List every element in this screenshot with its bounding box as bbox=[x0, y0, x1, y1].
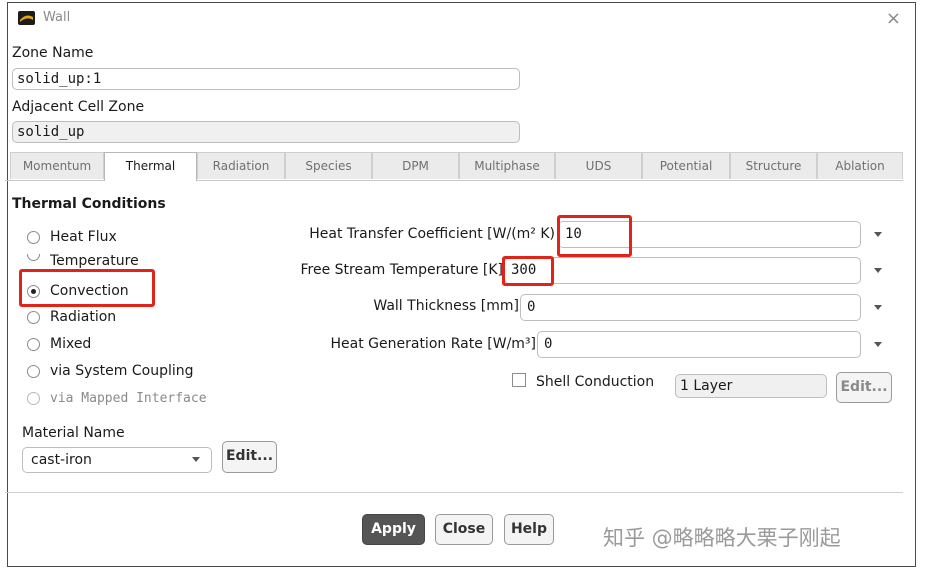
heat-transfer-coefficient-label: Heat Transfer Coefficient [W/(m² K) bbox=[309, 226, 555, 242]
adjacent-cell-zone-field: solid_up bbox=[12, 121, 520, 143]
wall-thickness-label: Wall Thickness [mm] bbox=[373, 298, 519, 314]
radio-label: via System Coupling bbox=[50, 363, 194, 379]
radio-button[interactable] bbox=[27, 337, 40, 351]
radio-label: Temperature bbox=[50, 254, 139, 268]
heat-generation-rate-input[interactable]: 0 bbox=[537, 331, 861, 358]
chevron-down-icon[interactable] bbox=[874, 268, 882, 273]
radio-mapped-interface: via Mapped Interface bbox=[27, 388, 207, 408]
chevron-down-icon[interactable] bbox=[874, 305, 882, 310]
tab-bar: Momentum Thermal Radiation Species DPM M… bbox=[5, 152, 903, 181]
tab-species[interactable]: Species bbox=[285, 152, 372, 179]
radio-radiation[interactable]: Radiation bbox=[27, 307, 116, 327]
radio-label: Mixed bbox=[50, 336, 92, 352]
free-stream-temperature-input[interactable]: 300 bbox=[504, 257, 861, 284]
chevron-down-icon[interactable] bbox=[874, 342, 882, 347]
radio-button[interactable] bbox=[27, 310, 40, 324]
thermal-conditions-title: Thermal Conditions bbox=[12, 196, 166, 212]
tab-dpm[interactable]: DPM bbox=[372, 152, 459, 179]
shell-edit-button[interactable]: Edit... bbox=[836, 372, 892, 403]
radio-label: Heat Flux bbox=[50, 229, 117, 245]
radio-button[interactable] bbox=[27, 230, 40, 244]
radio-temperature[interactable]: Temperature bbox=[27, 254, 139, 268]
radio-convection[interactable]: Convection bbox=[27, 281, 129, 301]
radio-button bbox=[27, 391, 40, 405]
window-title: Wall bbox=[43, 10, 71, 25]
material-edit-button[interactable]: Edit... bbox=[222, 441, 277, 473]
chevron-down-icon[interactable] bbox=[874, 232, 882, 237]
footer-separator bbox=[5, 492, 903, 493]
tab-thermal[interactable]: Thermal bbox=[104, 152, 197, 181]
radio-label: via Mapped Interface bbox=[50, 390, 207, 406]
free-stream-temperature-label: Free Stream Temperature [K] bbox=[300, 262, 503, 278]
title-bar[interactable]: Wall × bbox=[8, 3, 915, 35]
radio-label: Convection bbox=[50, 283, 129, 299]
tab-momentum[interactable]: Momentum bbox=[10, 152, 104, 179]
material-name-select[interactable]: cast-iron bbox=[22, 447, 212, 473]
fluent-logo-icon bbox=[18, 11, 35, 25]
heat-generation-rate-label: Heat Generation Rate [W/m³] bbox=[330, 336, 537, 352]
watermark-text: 知乎 @略略略大栗子刚起 bbox=[603, 526, 841, 550]
zone-name-input[interactable]: solid_up:1 bbox=[12, 68, 520, 90]
material-name-label: Material Name bbox=[22, 425, 125, 441]
tab-multiphase[interactable]: Multiphase bbox=[459, 152, 555, 179]
tab-uds[interactable]: UDS bbox=[555, 152, 642, 179]
shell-conduction-checkbox[interactable] bbox=[512, 373, 526, 387]
help-button[interactable]: Help bbox=[504, 514, 554, 545]
wall-thickness-input[interactable]: 0 bbox=[520, 294, 861, 321]
apply-button[interactable]: Apply bbox=[362, 514, 425, 545]
radio-label: Radiation bbox=[50, 309, 117, 325]
radio-button[interactable] bbox=[27, 284, 40, 298]
shell-layers-field: 1 Layer bbox=[675, 374, 827, 398]
tab-structure[interactable]: Structure bbox=[730, 152, 817, 179]
tab-potential[interactable]: Potential bbox=[642, 152, 730, 179]
adjacent-cell-zone-label: Adjacent Cell Zone bbox=[12, 99, 145, 115]
radio-heat-flux[interactable]: Heat Flux bbox=[27, 227, 117, 247]
heat-transfer-coefficient-input[interactable]: 10 bbox=[558, 221, 861, 248]
close-button[interactable]: Close bbox=[435, 514, 493, 545]
chevron-down-icon[interactable] bbox=[192, 457, 200, 462]
radio-mixed[interactable]: Mixed bbox=[27, 334, 91, 354]
radio-button[interactable] bbox=[27, 364, 40, 378]
radio-system-coupling[interactable]: via System Coupling bbox=[27, 361, 194, 381]
close-icon[interactable]: × bbox=[886, 8, 901, 29]
shell-conduction-label: Shell Conduction bbox=[536, 374, 655, 390]
tab-radiation[interactable]: Radiation bbox=[197, 152, 285, 179]
radio-button[interactable] bbox=[27, 254, 40, 261]
zone-name-label: Zone Name bbox=[12, 45, 94, 61]
tab-ablation[interactable]: Ablation bbox=[817, 152, 903, 179]
